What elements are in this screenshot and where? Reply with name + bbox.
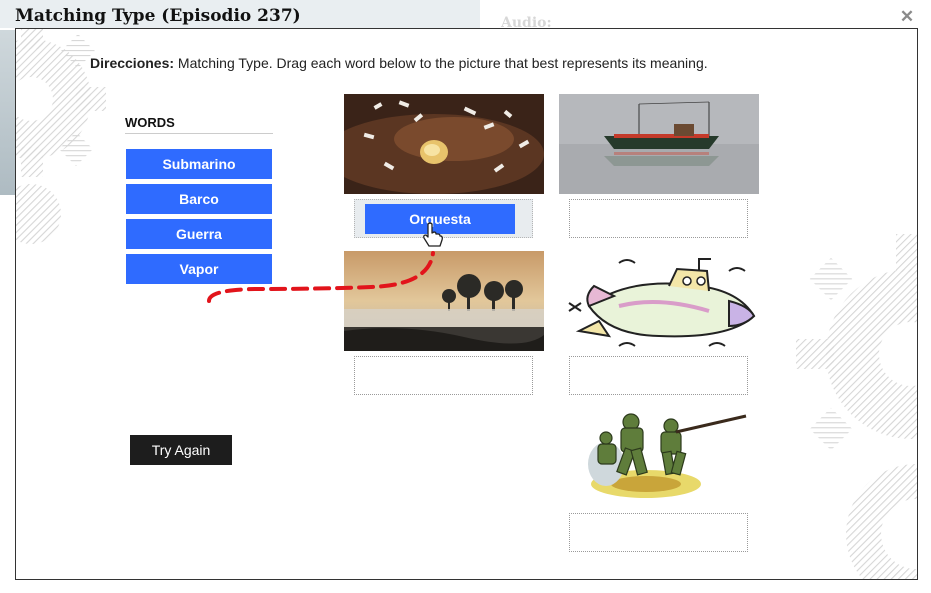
drop-zone-boat[interactable] <box>569 199 748 238</box>
words-header: WORDS <box>125 115 273 134</box>
boat-picture <box>559 94 759 194</box>
drop-zone-foggy-lake[interactable] <box>354 356 533 395</box>
directions-text: Direcciones: Matching Type. Drag each wo… <box>90 55 708 71</box>
word-chip-submarino[interactable]: Submarino <box>126 149 272 179</box>
background-side-image <box>0 30 16 195</box>
directions-body: Matching Type. Drag each word below to t… <box>174 55 708 71</box>
drop-zone-orchestra[interactable]: Orquesta <box>354 199 533 238</box>
submarine-picture <box>559 251 759 351</box>
close-icon[interactable]: ✕ <box>899 8 915 25</box>
directions-label: Direcciones: <box>90 55 175 71</box>
gear-decoration-right-icon <box>796 234 917 579</box>
drag-path-indicator <box>207 251 435 303</box>
modal-title: Matching Type (Episodio 237) <box>15 6 301 26</box>
hand-pointer-icon <box>423 222 443 247</box>
word-chip-barco[interactable]: Barco <box>126 184 272 214</box>
word-chip-guerra[interactable]: Guerra <box>126 219 272 249</box>
drop-zone-soldiers[interactable] <box>569 513 748 552</box>
soldiers-picture <box>576 404 751 504</box>
matching-modal: Direcciones: Matching Type. Drag each wo… <box>15 28 918 580</box>
orchestra-picture <box>344 94 544 194</box>
drop-zone-submarine[interactable] <box>569 356 748 395</box>
try-again-button[interactable]: Try Again <box>130 435 232 465</box>
